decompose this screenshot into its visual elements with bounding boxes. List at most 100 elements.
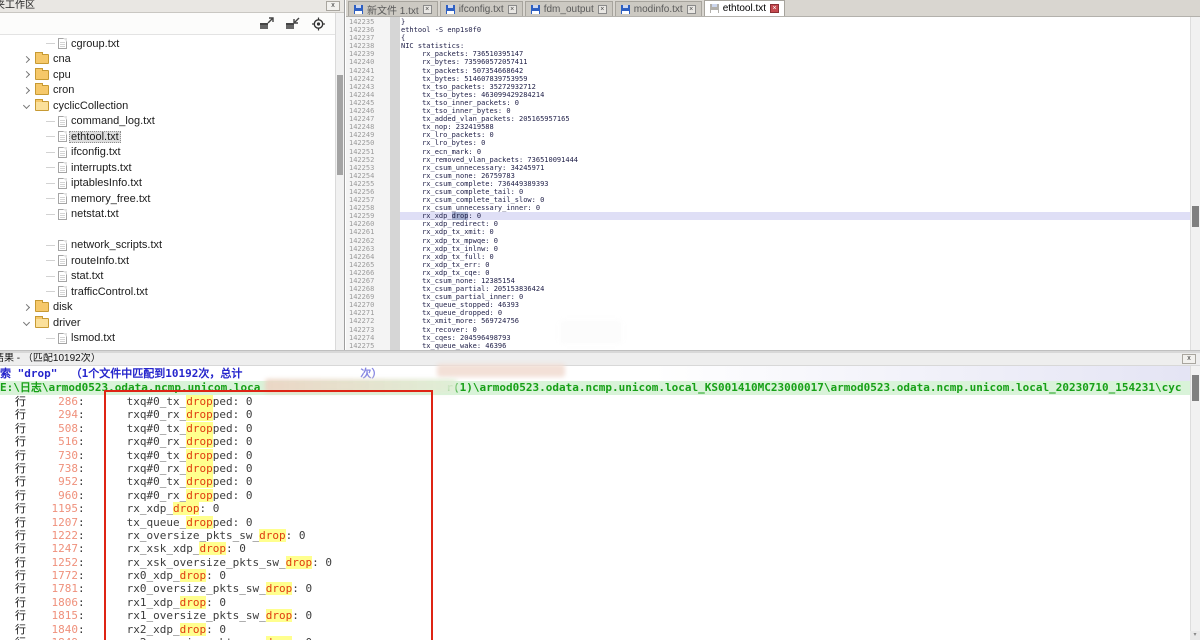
- tree-item-trafficControl.txt[interactable]: trafficControl.txt: [0, 284, 335, 300]
- result-row[interactable]: 行1772:rx0_xdp_drop: 0: [0, 569, 1190, 582]
- result-row[interactable]: 行1815:rx1_oversize_pkts_sw_drop: 0: [0, 609, 1190, 622]
- locate-file-icon[interactable]: [311, 17, 327, 31]
- expand-panel-icon[interactable]: [259, 17, 275, 31]
- result-row[interactable]: 行1849:rx2_oversize_pkts_sw_drop: 0: [0, 636, 1190, 640]
- code-line[interactable]: 142259 rx_xdp_drop: 0: [346, 212, 1190, 220]
- tree-item-ifconfig.txt[interactable]: ifconfig.txt: [0, 145, 335, 161]
- tree-item-memory_free.txt[interactable]: memory_free.txt: [0, 191, 335, 207]
- tab-新文件 1.txt[interactable]: 新文件 1.txt×: [348, 1, 438, 16]
- code-line[interactable]: 142269 tx_csum_partial_inner: 0: [346, 293, 1190, 301]
- result-row[interactable]: 行516:rxq#0_rx_dropped: 0: [0, 435, 1190, 448]
- result-row[interactable]: 行730:txq#0_tx_dropped: 0: [0, 449, 1190, 462]
- workspace-close-button[interactable]: x: [326, 1, 340, 11]
- results-scrollbar[interactable]: ▾: [1190, 366, 1200, 640]
- code-line[interactable]: 142272 tx_xmit_more: 569724756: [346, 317, 1190, 325]
- code-line[interactable]: 142270 tx_queue_stopped: 46393: [346, 301, 1190, 309]
- tree-item-routeInfo.txt[interactable]: routeInfo.txt: [0, 253, 335, 269]
- code-line[interactable]: 142252 rx_removed_vlan_packets: 73651009…: [346, 156, 1190, 164]
- result-row[interactable]: 行1781:rx0_oversize_pkts_sw_drop: 0: [0, 582, 1190, 595]
- result-row[interactable]: 行1195:rx_xdp_drop: 0: [0, 502, 1190, 515]
- tab-modinfo.txt[interactable]: modinfo.txt×: [615, 1, 702, 16]
- code-line[interactable]: 142267 tx_csum_none: 12385154: [346, 277, 1190, 285]
- tree-item-netstat.txt[interactable]: netstat.txt: [0, 207, 335, 223]
- tree-item-disk[interactable]: disk: [0, 300, 335, 316]
- result-row[interactable]: 行1252:rx_xsk_oversize_pkts_sw_drop: 0: [0, 556, 1190, 569]
- code-line[interactable]: 142236ethtool -S enp1s0f0: [346, 26, 1190, 34]
- code-line[interactable]: 142240 rx_bytes: 735960572057411: [346, 58, 1190, 66]
- code-line[interactable]: 142246 tx_tso_inner_bytes: 0: [346, 107, 1190, 115]
- result-row[interactable]: 行286:txq#0_tx_dropped: 0: [0, 395, 1190, 408]
- tree-item-interrupts.txt[interactable]: interrupts.txt: [0, 160, 335, 176]
- code-line[interactable]: 142247 tx_added_vlan_packets: 2051659571…: [346, 115, 1190, 123]
- code-line[interactable]: 142249 rx_lro_packets: 0: [346, 131, 1190, 139]
- results-file-path[interactable]: E:\日志\armod0523.odata.ncmp.unicom.locar(…: [0, 381, 1190, 395]
- code-line[interactable]: 142260 rx_xdp_redirect: 0: [346, 220, 1190, 228]
- tree-item-lsmod.txt[interactable]: lsmod.txt: [0, 331, 335, 347]
- chevron-collapsed-icon[interactable]: [23, 71, 30, 78]
- tree-item-driver[interactable]: driver: [0, 315, 335, 331]
- result-row[interactable]: 行1806:rx1_xdp_drop: 0: [0, 596, 1190, 609]
- tree-item-stat.txt[interactable]: stat.txt: [0, 269, 335, 285]
- tab-ethtool.txt[interactable]: ethtool.txt×: [704, 0, 785, 16]
- result-row[interactable]: 行294:rxq#0_rx_dropped: 0: [0, 408, 1190, 421]
- tab-close-icon[interactable]: ×: [423, 5, 432, 14]
- result-row[interactable]: 行738:rxq#0_rx_dropped: 0: [0, 462, 1190, 475]
- code-line[interactable]: 142254 rx_csum_none: 26759783: [346, 172, 1190, 180]
- tab-ifconfig.txt[interactable]: ifconfig.txt×: [440, 1, 523, 16]
- result-row[interactable]: 行1207:tx_queue_dropped: 0: [0, 516, 1190, 529]
- code-line[interactable]: 142265 rx_xdp_tx_err: 0: [346, 261, 1190, 269]
- tab-close-icon[interactable]: ×: [687, 5, 696, 14]
- code-line[interactable]: 142244 tx_tso_bytes: 463099429284214: [346, 91, 1190, 99]
- code-area[interactable]: 142235}142236ethtool -S enp1s0f0142237{1…: [346, 18, 1190, 350]
- code-line[interactable]: 142257 rx_csum_complete_tail_slow: 0: [346, 196, 1190, 204]
- code-line[interactable]: 142268 tx_csum_partial: 205153836424: [346, 285, 1190, 293]
- tree-item-cgroup.txt[interactable]: cgroup.txt: [0, 36, 335, 52]
- code-line[interactable]: 142261 rx_xdp_tx_xmit: 0: [346, 228, 1190, 236]
- workspace-scrollbar-thumb[interactable]: [337, 75, 343, 175]
- code-line[interactable]: 142275 tx_queue_wake: 46396: [346, 342, 1190, 350]
- result-row[interactable]: 行1222:rx_oversize_pkts_sw_drop: 0: [0, 529, 1190, 542]
- code-line[interactable]: 142271 tx_queue_dropped: 0: [346, 309, 1190, 317]
- code-line[interactable]: 142251 rx_ecn_mark: 0: [346, 148, 1190, 156]
- code-line[interactable]: 142243 tx_tso_packets: 35272932712: [346, 83, 1190, 91]
- tree-item-iptablesInfo.txt[interactable]: iptablesInfo.txt: [0, 176, 335, 192]
- workspace-scrollbar[interactable]: [335, 13, 344, 350]
- tree-item-cron[interactable]: cron: [0, 83, 335, 99]
- chevron-collapsed-icon[interactable]: [23, 304, 30, 311]
- chevron-expanded-icon[interactable]: [23, 319, 30, 326]
- result-row[interactable]: 行508:txq#0_tx_dropped: 0: [0, 422, 1190, 435]
- tree-item-network_scripts.txt[interactable]: network_scripts.txt: [0, 238, 335, 254]
- code-line[interactable]: 142237{: [346, 34, 1190, 42]
- editor-scrollbar[interactable]: [1190, 17, 1200, 350]
- code-line[interactable]: 142239 rx_packets: 736510395147: [346, 50, 1190, 58]
- code-line[interactable]: 142253 rx_csum_unnecessary: 34245971: [346, 164, 1190, 172]
- code-line[interactable]: 142263 rx_xdp_tx_inlnw: 0: [346, 245, 1190, 253]
- tab-close-icon[interactable]: ×: [598, 5, 607, 14]
- code-line[interactable]: 142248 tx_nop: 232419588: [346, 123, 1190, 131]
- code-line[interactable]: 142241 tx_packets: 507354668642: [346, 67, 1190, 75]
- tree-item-cyclicCollection[interactable]: cyclicCollection: [0, 98, 335, 114]
- result-row[interactable]: 行952:txq#0_tx_dropped: 0: [0, 475, 1190, 488]
- tab-fdm_output[interactable]: fdm_output×: [525, 1, 613, 16]
- chevron-collapsed-icon[interactable]: [23, 87, 30, 94]
- tree-item-ethtool.txt[interactable]: ethtool.txt: [0, 129, 335, 145]
- code-line[interactable]: 142273 tx_recover: 0: [346, 326, 1190, 334]
- result-row[interactable]: 行1840:rx2_xdp_drop: 0: [0, 623, 1190, 636]
- editor-scrollbar-thumb[interactable]: [1192, 206, 1199, 227]
- tree-item-cna[interactable]: cna: [0, 52, 335, 68]
- code-line[interactable]: 142256 rx_csum_complete_tail: 0: [346, 188, 1190, 196]
- code-line[interactable]: 142255 rx_csum_complete: 736449389393: [346, 180, 1190, 188]
- results-close-button[interactable]: x: [1182, 354, 1196, 364]
- code-line[interactable]: 142238NIC statistics:: [346, 42, 1190, 50]
- code-line[interactable]: 142242 tx_bytes: 514607839753959: [346, 75, 1190, 83]
- code-line[interactable]: 142245 tx_tso_inner_packets: 0: [346, 99, 1190, 107]
- code-line[interactable]: 142258 rx_csum_unnecessary_inner: 0: [346, 204, 1190, 212]
- result-row[interactable]: 行1247:rx_xsk_xdp_drop: 0: [0, 542, 1190, 555]
- tab-close-icon[interactable]: ×: [770, 4, 779, 13]
- code-line[interactable]: 142266 rx_xdp_tx_cqe: 0: [346, 269, 1190, 277]
- results-scrollbar-thumb[interactable]: [1192, 375, 1199, 401]
- tab-close-icon[interactable]: ×: [508, 5, 517, 14]
- chevron-collapsed-icon[interactable]: [23, 56, 30, 63]
- result-row[interactable]: 行960:rxq#0_rx_dropped: 0: [0, 489, 1190, 502]
- scrollbar-down-arrow-icon[interactable]: ▾: [1190, 631, 1200, 640]
